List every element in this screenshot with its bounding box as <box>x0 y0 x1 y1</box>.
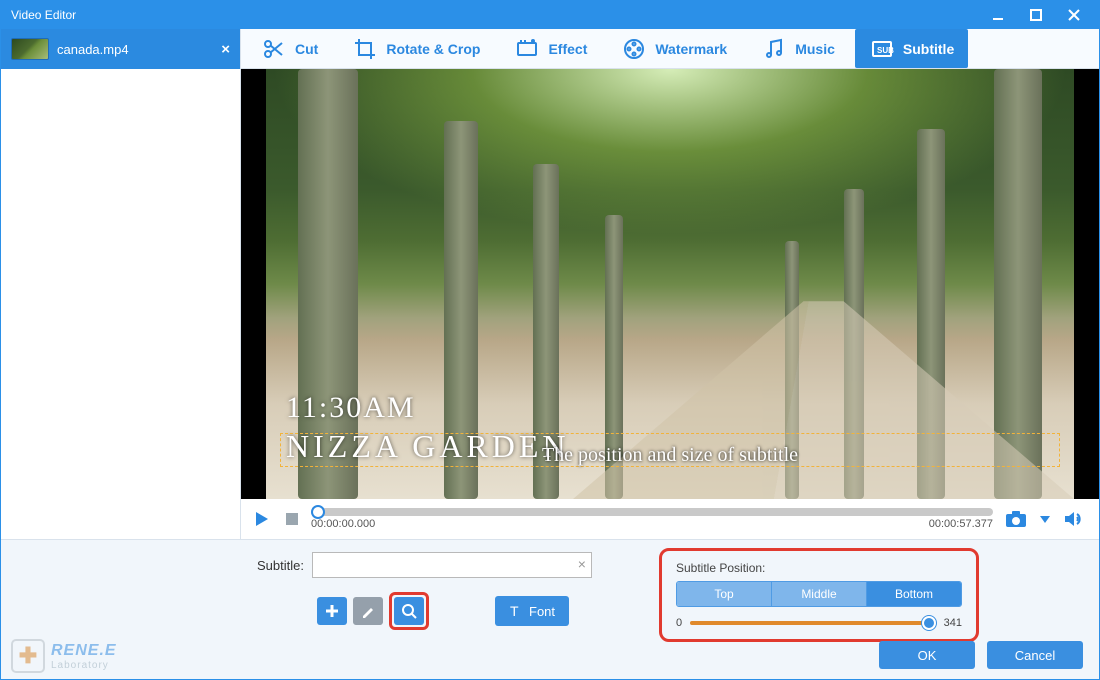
position-value: 341 <box>944 617 962 629</box>
brand-watermark: ✚ RENE.E Laboratory <box>11 639 117 673</box>
brand-logo-icon: ✚ <box>11 639 45 673</box>
search-highlight-annotation <box>389 592 429 630</box>
position-min: 0 <box>676 617 682 629</box>
tool-tabs: Cut Rotate & Crop Effect <box>241 29 1099 69</box>
reel-icon <box>621 36 647 62</box>
position-segmented: Top Middle Bottom <box>676 581 962 607</box>
time-total: 00:00:57.377 <box>929 518 993 530</box>
close-button[interactable] <box>1055 3 1093 27</box>
sparkle-icon <box>514 36 540 62</box>
subtitle-icon: SUB <box>869 36 895 62</box>
subtitle-position-group: Subtitle Position: Top Middle Bottom 0 3… <box>659 548 979 642</box>
titlebar: Video Editor <box>1 1 1099 29</box>
font-button-label: Font <box>529 604 555 619</box>
play-button[interactable] <box>251 508 273 530</box>
snapshot-button[interactable] <box>1001 506 1031 532</box>
position-top[interactable]: Top <box>677 582 771 606</box>
font-button[interactable]: T Font <box>495 596 569 626</box>
tab-cut-label: Cut <box>295 41 318 57</box>
tab-effect[interactable]: Effect <box>500 29 601 68</box>
overlay-clock-text: 11:30AM <box>286 391 416 425</box>
position-bottom[interactable]: Bottom <box>866 582 961 606</box>
ok-button[interactable]: OK <box>879 641 975 669</box>
tab-watermark[interactable]: Watermark <box>607 29 741 68</box>
clear-input-icon[interactable]: × <box>578 556 586 572</box>
tab-cut[interactable]: Cut <box>247 29 332 68</box>
brand-sub: Laboratory <box>51 660 117 671</box>
svg-text:T: T <box>510 604 519 618</box>
svg-text:SUB: SUB <box>877 46 894 55</box>
maximize-button[interactable] <box>1017 3 1055 27</box>
timeline-slider[interactable] <box>311 508 993 516</box>
position-middle[interactable]: Middle <box>771 582 866 606</box>
window-title: Video Editor <box>7 8 979 22</box>
stop-button[interactable] <box>281 508 303 530</box>
volume-button[interactable] <box>1059 506 1089 532</box>
video-preview: 11:30AM NIZZA GARDEN The position and si… <box>241 69 1099 499</box>
file-name: canada.mp4 <box>57 42 213 57</box>
subtitle-panel: Subtitle: × T Font <box>1 539 1099 679</box>
subtitle-input[interactable] <box>312 552 592 578</box>
music-note-icon <box>761 36 787 62</box>
edit-subtitle-button <box>353 597 383 625</box>
position-slider[interactable] <box>690 621 936 625</box>
add-subtitle-button[interactable] <box>317 597 347 625</box>
text-icon: T <box>509 604 523 618</box>
snapshot-menu-icon[interactable] <box>1039 506 1051 532</box>
time-current: 00:00:00.000 <box>311 518 375 530</box>
file-tab[interactable]: canada.mp4 × <box>1 29 240 69</box>
tab-watermark-label: Watermark <box>655 41 727 57</box>
position-title: Subtitle Position: <box>676 561 962 575</box>
position-slider-thumb[interactable] <box>922 616 936 630</box>
tab-subtitle[interactable]: SUB Subtitle <box>855 29 968 68</box>
subtitle-label: Subtitle: <box>257 558 304 573</box>
playback-bar: 00:00:00.000 00:00:57.377 <box>241 499 1099 539</box>
brand-name: RENE.E <box>51 642 117 659</box>
tab-rotate-crop[interactable]: Rotate & Crop <box>338 29 494 68</box>
search-subtitle-button[interactable] <box>394 597 424 625</box>
tab-music-label: Music <box>795 41 835 57</box>
tab-subtitle-label: Subtitle <box>903 41 954 57</box>
tab-rotate-label: Rotate & Crop <box>386 41 480 57</box>
subtitle-sample-text: The position and size of subtitle <box>266 444 1074 467</box>
timeline-knob[interactable] <box>311 505 325 519</box>
tab-effect-label: Effect <box>548 41 587 57</box>
file-thumbnail <box>11 38 49 60</box>
cancel-button[interactable]: Cancel <box>987 641 1083 669</box>
scissors-icon <box>261 36 287 62</box>
tab-music[interactable]: Music <box>747 29 849 68</box>
file-sidebar: canada.mp4 × <box>1 29 241 539</box>
minimize-button[interactable] <box>979 3 1017 27</box>
window-root: Video Editor canada.mp4 × <box>0 0 1100 680</box>
crop-icon <box>352 36 378 62</box>
file-close-icon[interactable]: × <box>221 41 230 58</box>
